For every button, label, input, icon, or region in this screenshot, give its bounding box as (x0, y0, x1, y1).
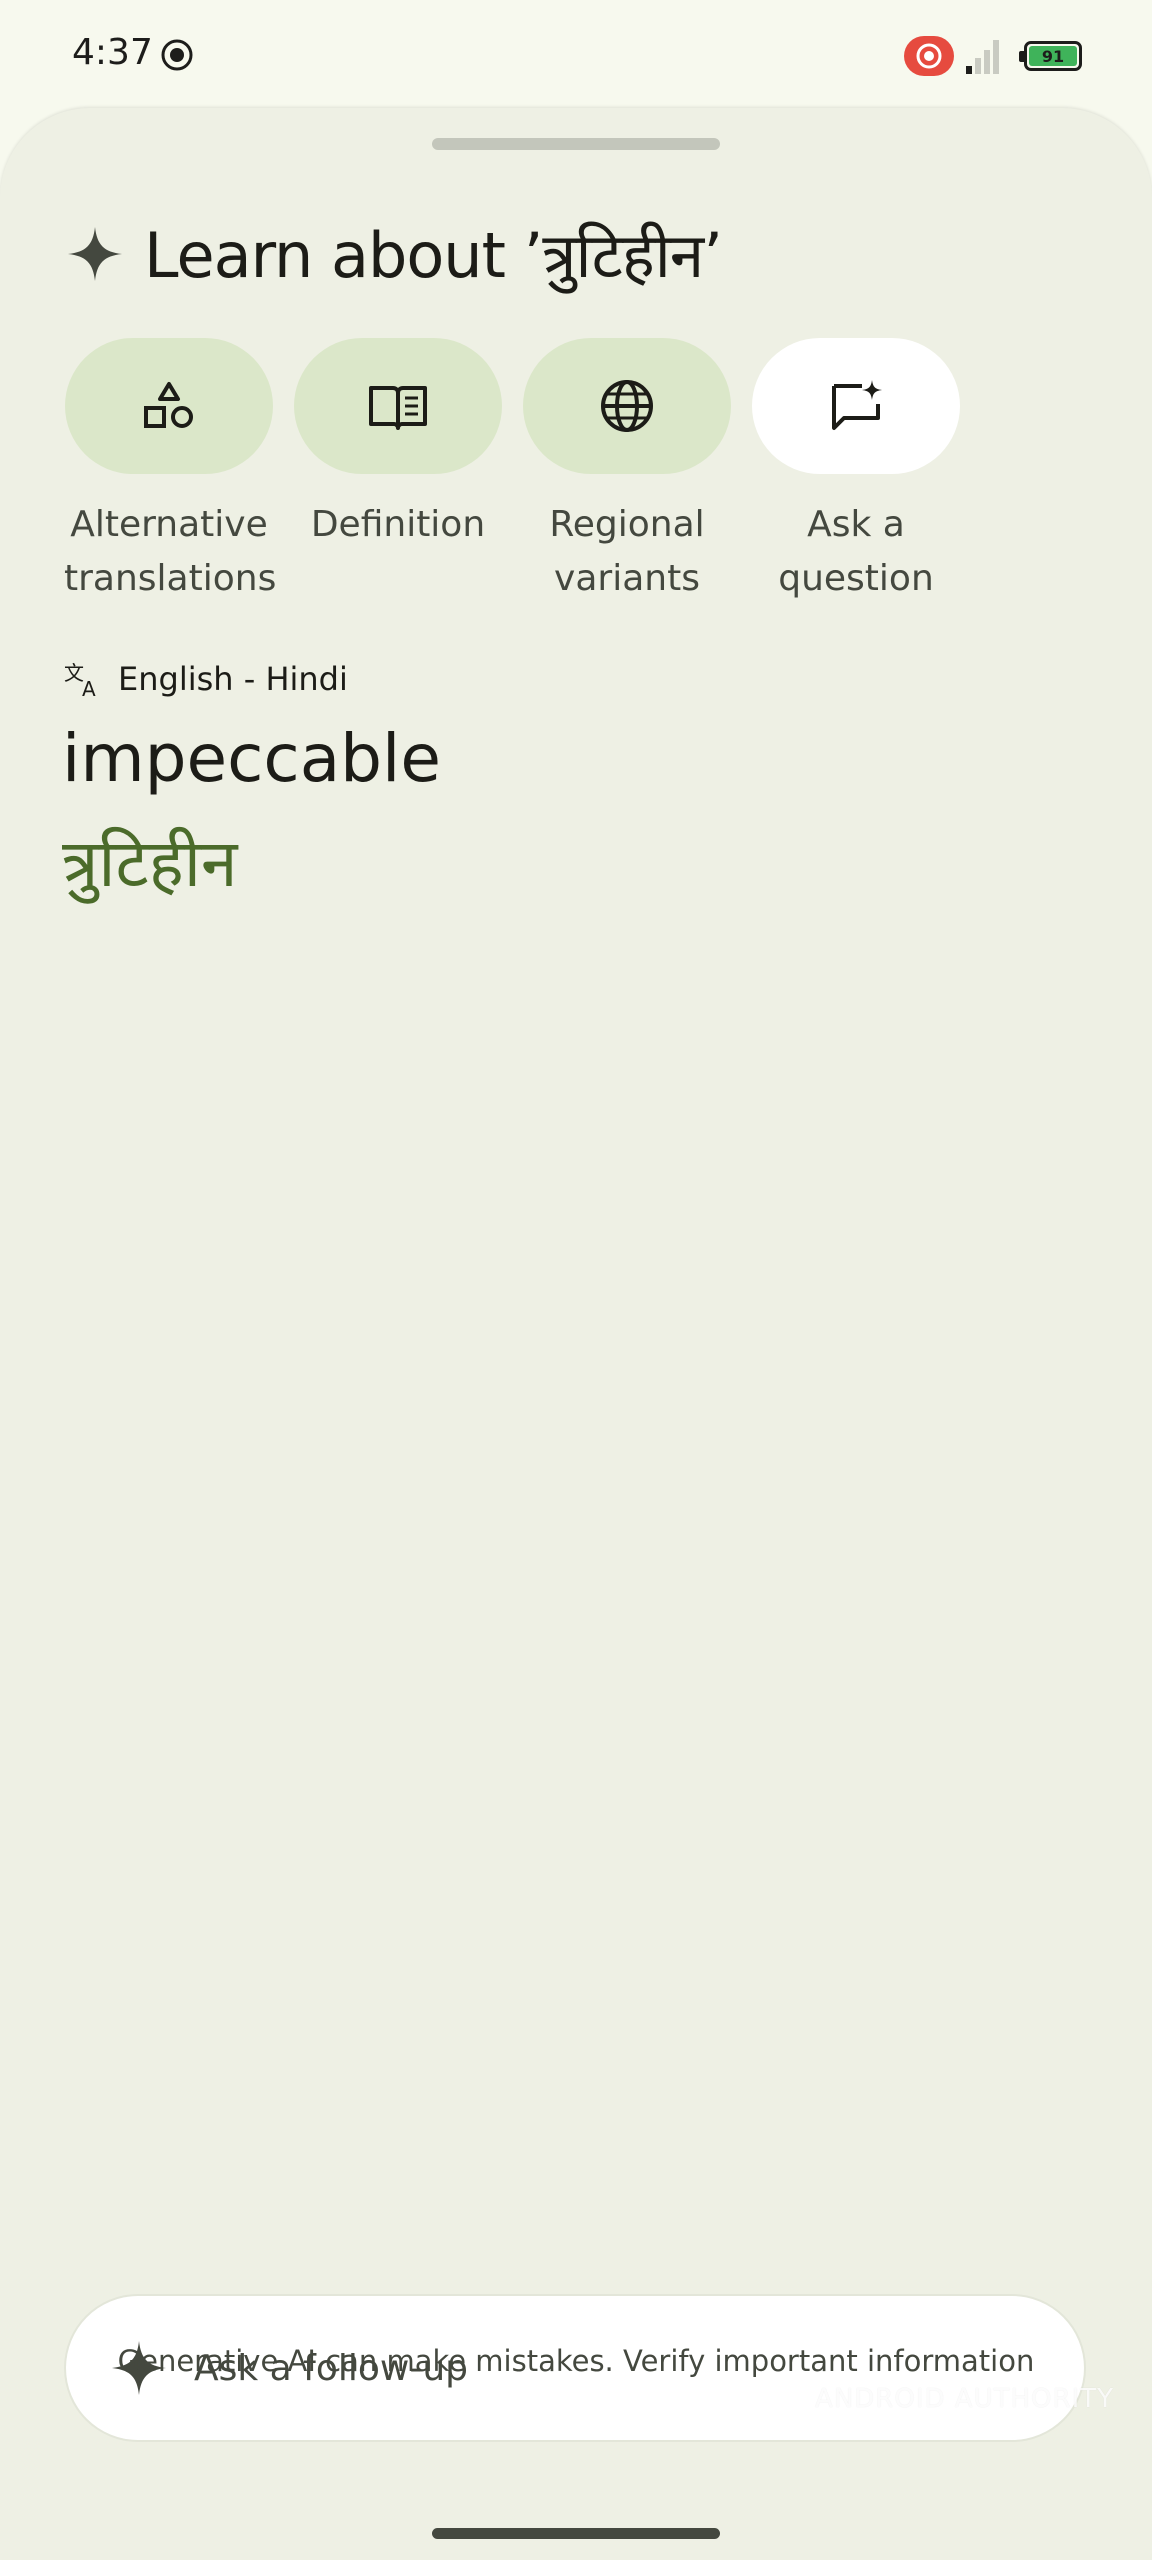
signal-icon (966, 40, 999, 74)
sheet-heading: Learn about ’त्रुटिहीन’ (66, 212, 723, 296)
gesture-bar[interactable] (432, 2528, 720, 2539)
shapes-icon (144, 382, 193, 428)
chip-alternative-translations[interactable]: Alternative translations (64, 338, 277, 606)
ai-disclaimer: Generative AI can make mistakes. Verify … (117, 2344, 1035, 2378)
ask-question-button[interactable] (752, 338, 960, 474)
chip-label: Alternative translations (64, 504, 277, 599)
battery-level: 91 (1029, 46, 1077, 66)
chip-ask-question[interactable]: Ask a question (751, 338, 961, 606)
chat-sparkle-icon (832, 380, 882, 430)
svg-text:A: A (82, 677, 96, 698)
translate-icon: 文 A (64, 661, 96, 698)
svg-text:文: 文 (64, 661, 84, 685)
definition-button[interactable] (294, 338, 502, 474)
sparkle-icon (68, 227, 122, 281)
status-icons: 91 (904, 34, 1082, 78)
alternative-translations-button[interactable] (65, 338, 273, 474)
globe-icon (601, 380, 653, 432)
battery-icon: 91 (1019, 41, 1082, 71)
book-icon (369, 386, 427, 430)
recording-indicator-icon (904, 36, 954, 76)
source-word: impeccable (62, 720, 441, 797)
screen: 4:37 91 Learn about ’त्रुटिहीन’ Alternat… (0, 0, 1152, 2560)
regional-variants-button[interactable] (523, 338, 731, 474)
language-pair-row: 文 A English - Hindi (64, 660, 348, 698)
language-pair-label: English - Hindi (118, 660, 348, 698)
watermark: ANDROID AUTHORITY (815, 2384, 1114, 2414)
target-word: त्रुटिहीन (62, 825, 238, 902)
status-time: 4:37 (72, 32, 153, 73)
status-bar: 4:37 91 (0, 0, 1152, 110)
chip-definition[interactable]: Definition (293, 338, 503, 552)
screen-record-icon (161, 39, 193, 71)
drag-handle[interactable] (432, 138, 720, 150)
chip-label: Ask a question (778, 504, 934, 599)
learn-sheet: Learn about ’त्रुटिहीन’ Alternative tran… (0, 108, 1152, 2560)
sheet-title: Learn about ’त्रुटिहीन’ (144, 219, 723, 292)
chip-regional-variants[interactable]: Regional variants (522, 338, 732, 606)
chip-label: Regional variants (549, 504, 705, 599)
chip-label: Definition (310, 504, 486, 545)
